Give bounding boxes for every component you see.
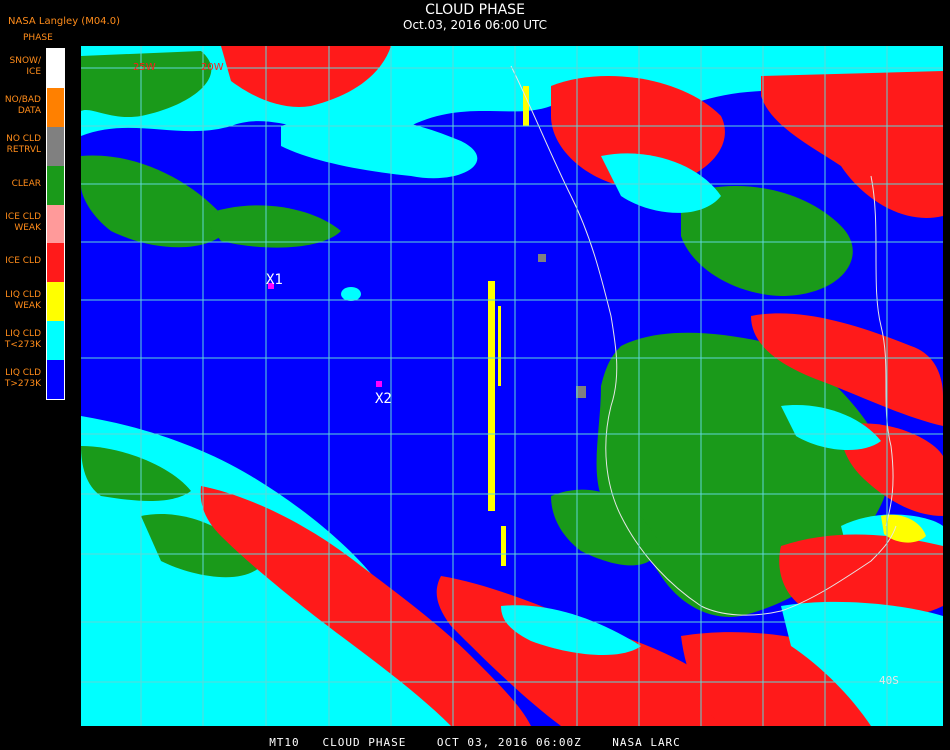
cloud-phase-map: 25W 20W 40S X1 X2 [81,46,943,726]
chart-title: CLOUD PHASE [425,2,525,18]
legend-swatch [47,204,64,244]
liq-weak-streak-4 [501,526,506,566]
legend-swatch [47,87,64,127]
legend-label: SNOW/ ICE [9,56,41,78]
liq-cold-blob [341,287,361,301]
legend-swatch [47,126,64,166]
legend-label: NO CLD RETRVL [6,134,41,156]
grid-label-40s: 40S [879,674,899,687]
legend-label: ICE CLD [5,256,41,267]
legend-swatch [47,243,64,283]
liq-weak-streak-2 [498,306,501,386]
legend-swatch [47,321,64,361]
legend-swatch [47,282,64,322]
chart-datetime: Oct.03, 2016 06:00 UTC [403,18,547,32]
legend-swatch [47,49,64,88]
liq-weak-streak-1 [488,281,495,511]
source-label: NASA Langley (M04.0) [8,16,120,27]
marker-x2-dot [376,381,382,387]
legend-label: NO/BAD DATA [4,95,41,117]
legend-label: LIQ CLD T>273K [4,367,41,389]
legend-swatch [47,165,64,205]
marker-x1-label: X1 [266,272,283,288]
marker-x2-label: X2 [375,391,392,407]
legend-label: CLEAR [11,178,41,189]
footer-caption: MT10 CLOUD PHASE OCT 03, 2016 06:00Z NAS… [269,736,681,749]
no-cld-retrvl-2 [538,254,546,262]
grid-label-20w: 20W [201,62,224,73]
legend-label: ICE CLD WEAK [5,212,41,233]
legend-colorbar [46,48,65,400]
legend-label: LIQ CLD WEAK [5,289,41,311]
legend-title: PHASE [23,33,53,43]
grid-label-25w: 25W [133,62,156,73]
legend-swatch [47,360,64,399]
legend-label: LIQ CLD T<273K [4,328,41,350]
